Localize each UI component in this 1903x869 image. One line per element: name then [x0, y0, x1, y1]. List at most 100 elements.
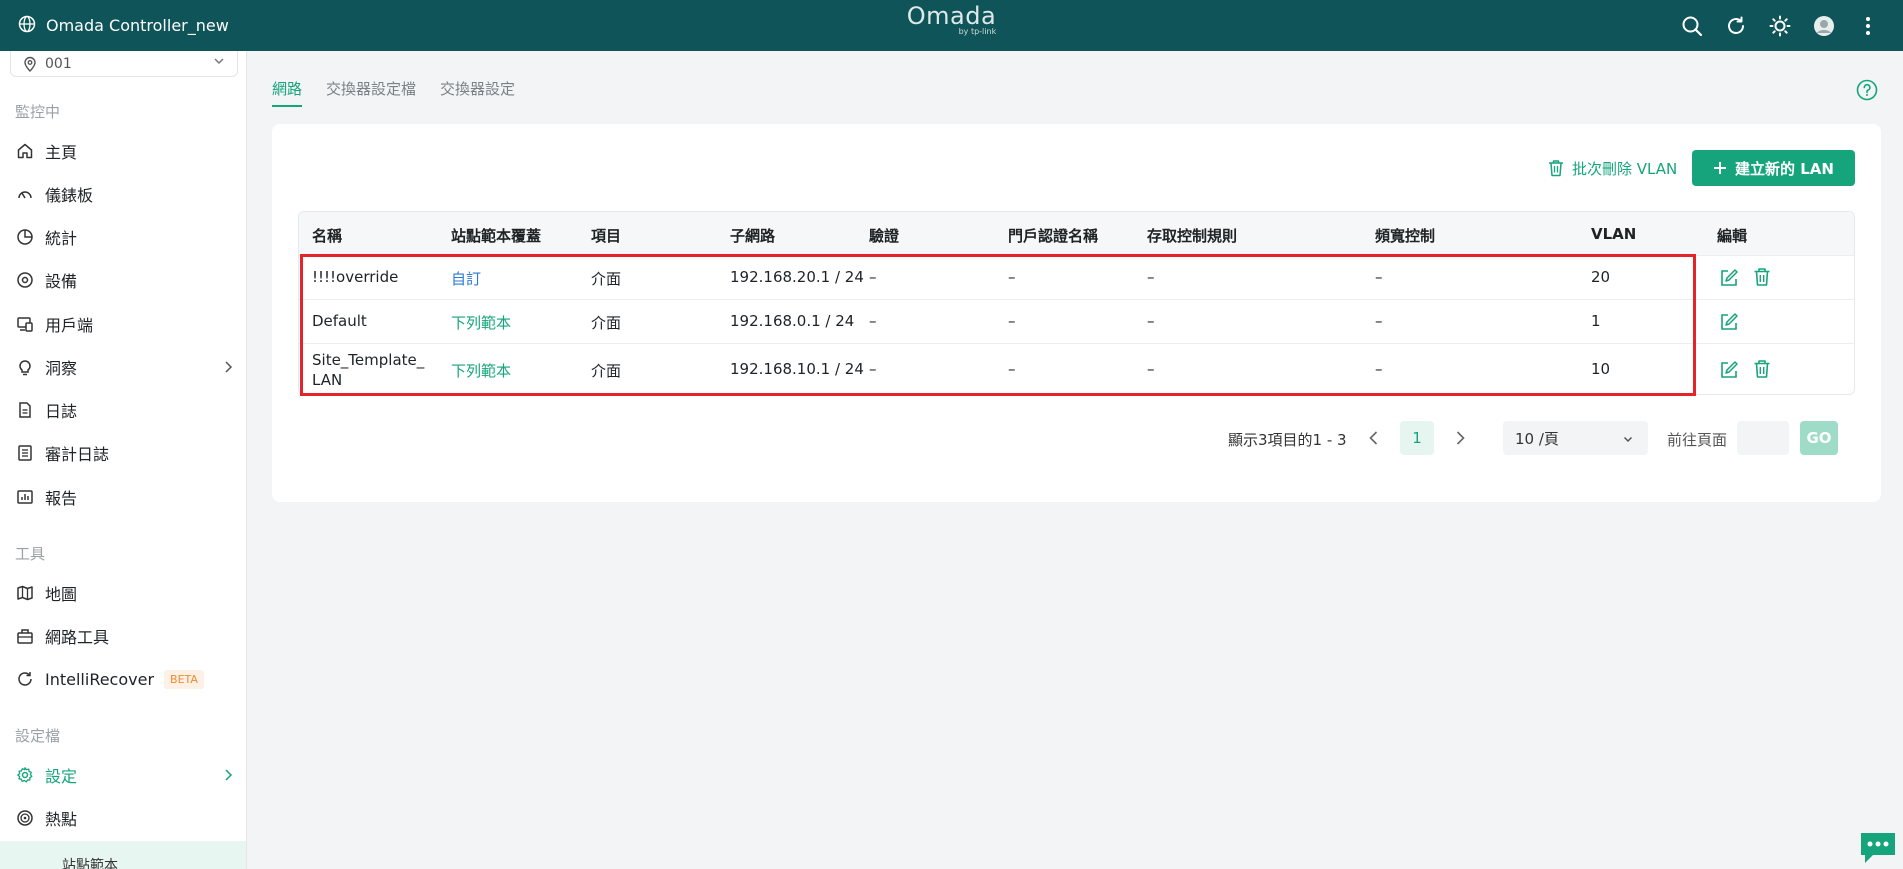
sidebar-item-label: 設定	[45, 767, 78, 786]
page-size-value: 10 /頁	[1515, 429, 1559, 448]
cell-override-link[interactable]: 下列範本	[451, 312, 511, 333]
cell-purpose: 介面	[591, 362, 622, 380]
sidebar-item-network-tools[interactable]: 網路工具	[0, 619, 246, 653]
chevron-right-icon	[223, 767, 233, 786]
cell-acl: –	[1147, 268, 1155, 286]
chevron-right-icon[interactable]	[1450, 428, 1470, 448]
cell-auth: –	[869, 312, 877, 330]
controller-title-area[interactable]: Omada Controller_new	[0, 15, 229, 37]
sidebar-item-audit-logs[interactable]: 審計日誌	[0, 436, 246, 470]
more-icon[interactable]	[1857, 15, 1879, 37]
sidebar-item-hotspot[interactable]: 熱點	[0, 801, 246, 835]
sidebar-item-intellirecover[interactable]: IntelliRecover BETA	[0, 662, 246, 696]
section-config: 設定檔	[15, 727, 61, 745]
go-button[interactable]: GO	[1800, 421, 1838, 455]
home-icon	[15, 141, 35, 161]
help-icon[interactable]	[1856, 79, 1878, 101]
cell-bandwidth: –	[1375, 360, 1383, 378]
cell-auth: –	[869, 360, 877, 378]
col-name[interactable]: 名稱	[312, 225, 342, 246]
sidebar-item-devices[interactable]: 設備	[0, 263, 246, 297]
sidebar-item-clients[interactable]: 用戶端	[0, 307, 246, 341]
globe-icon	[18, 15, 36, 37]
chevron-down-icon	[1622, 431, 1634, 449]
cell-subnet: 192.168.20.1 / 24	[730, 268, 864, 286]
goto-page-input[interactable]	[1737, 421, 1789, 455]
cell-override-link[interactable]: 自訂	[451, 268, 481, 289]
cell-subnet: 192.168.0.1 / 24	[730, 312, 855, 330]
cell-name-line: LAN	[312, 371, 343, 389]
cell-portal: –	[1008, 312, 1016, 330]
sidebar-item-label: 熱點	[45, 810, 78, 829]
table-row: Default 下列範本 介面 192.168.0.1 / 24 – – – –…	[299, 299, 1854, 343]
cell-vlan: 10	[1591, 360, 1611, 378]
sidebar-item-site-template[interactable]: 站點範本	[0, 841, 246, 869]
sidebar-item-label: 設備	[45, 272, 78, 291]
trash-icon	[1548, 159, 1564, 177]
sidebar-item-reports[interactable]: 報告	[0, 480, 246, 514]
cell-portal: –	[1008, 268, 1016, 286]
tab-network[interactable]: 網路	[272, 78, 303, 107]
cell-acl: –	[1147, 360, 1155, 378]
sidebar-item-dashboard[interactable]: 儀錶板	[0, 177, 246, 211]
hotspot-icon	[15, 808, 35, 828]
sidebar-item-label: 網路工具	[45, 628, 110, 647]
refresh-icon[interactable]	[1725, 15, 1747, 37]
sidebar-item-home[interactable]: 主頁	[0, 134, 246, 168]
cell-subnet: 192.168.10.1 / 24	[730, 360, 864, 378]
cell-purpose: 介面	[591, 314, 622, 332]
col-template-override[interactable]: 站點範本覆蓋	[451, 225, 541, 246]
sidebar-item-label: 主頁	[45, 143, 78, 162]
col-portal-name[interactable]: 門戶認證名稱	[1008, 225, 1098, 246]
edit-icon[interactable]	[1719, 312, 1739, 332]
col-auth[interactable]: 驗證	[869, 225, 899, 246]
tab-switch-profiles[interactable]: 交換器設定檔	[326, 78, 416, 107]
section-tools: 工具	[15, 545, 46, 563]
chevron-left-icon[interactable]	[1364, 428, 1384, 448]
sidebar: 001 監控中 主頁 儀錶板 統計 設備 用戶端 洞察 日誌 審計日誌 報告 工…	[0, 51, 247, 869]
page-size-select[interactable]: 10 /頁	[1503, 421, 1648, 455]
search-icon[interactable]	[1681, 15, 1703, 37]
col-subnet[interactable]: 子網路	[730, 225, 775, 246]
omada-logo: Omada by tp-link	[907, 4, 996, 36]
page-number-button[interactable]: 1	[1400, 421, 1434, 455]
theme-icon[interactable]	[1769, 15, 1791, 37]
avatar[interactable]	[1813, 15, 1835, 37]
table-row: !!!!override 自訂 介面 192.168.20.1 / 24 – –…	[299, 255, 1854, 299]
cell-name: !!!!override	[312, 268, 399, 286]
trash-icon[interactable]	[1753, 359, 1773, 379]
gear-icon	[15, 765, 35, 785]
sidebar-item-logs[interactable]: 日誌	[0, 393, 246, 427]
col-purpose[interactable]: 項目	[591, 225, 621, 246]
cell-purpose: 介面	[591, 270, 622, 288]
edit-icon[interactable]	[1719, 268, 1739, 288]
cell-override-link[interactable]: 下列範本	[451, 360, 511, 381]
site-selector[interactable]: 001	[10, 51, 238, 77]
batch-delete-label: 批次刪除 VLAN	[1572, 159, 1678, 178]
sidebar-item-insight[interactable]: 洞察	[0, 350, 246, 384]
top-bar: Omada Controller_new Omada by tp-link	[0, 0, 1903, 51]
sidebar-item-label: 統計	[45, 229, 78, 248]
edit-icon[interactable]	[1719, 360, 1739, 380]
site-name: 001	[45, 55, 72, 72]
batch-delete-vlan-button[interactable]: 批次刪除 VLAN	[1548, 155, 1677, 181]
col-vlan[interactable]: VLAN	[1591, 225, 1636, 243]
col-bandwidth[interactable]: 頻寬控制	[1375, 225, 1435, 246]
chat-icon[interactable]	[1859, 831, 1897, 865]
trash-icon[interactable]	[1753, 267, 1773, 287]
cell-auth: –	[869, 268, 877, 286]
tab-switch-settings[interactable]: 交換器設定	[440, 78, 515, 107]
goto-page-label: 前往頁面	[1667, 431, 1728, 449]
cell-vlan: 1	[1591, 312, 1601, 330]
sidebar-item-map[interactable]: 地圖	[0, 576, 246, 610]
pie-chart-icon	[15, 227, 35, 247]
create-lan-button[interactable]: 建立新的 LAN	[1692, 150, 1855, 186]
client-icon	[15, 314, 35, 334]
cell-name: Default	[312, 312, 367, 330]
sidebar-item-settings[interactable]: 設定	[0, 758, 246, 792]
col-acl[interactable]: 存取控制規則	[1147, 225, 1237, 246]
audit-log-icon	[15, 443, 35, 463]
sidebar-item-label: 報告	[45, 489, 78, 508]
sidebar-item-label: 日誌	[45, 402, 78, 421]
sidebar-item-statistics[interactable]: 統計	[0, 220, 246, 254]
